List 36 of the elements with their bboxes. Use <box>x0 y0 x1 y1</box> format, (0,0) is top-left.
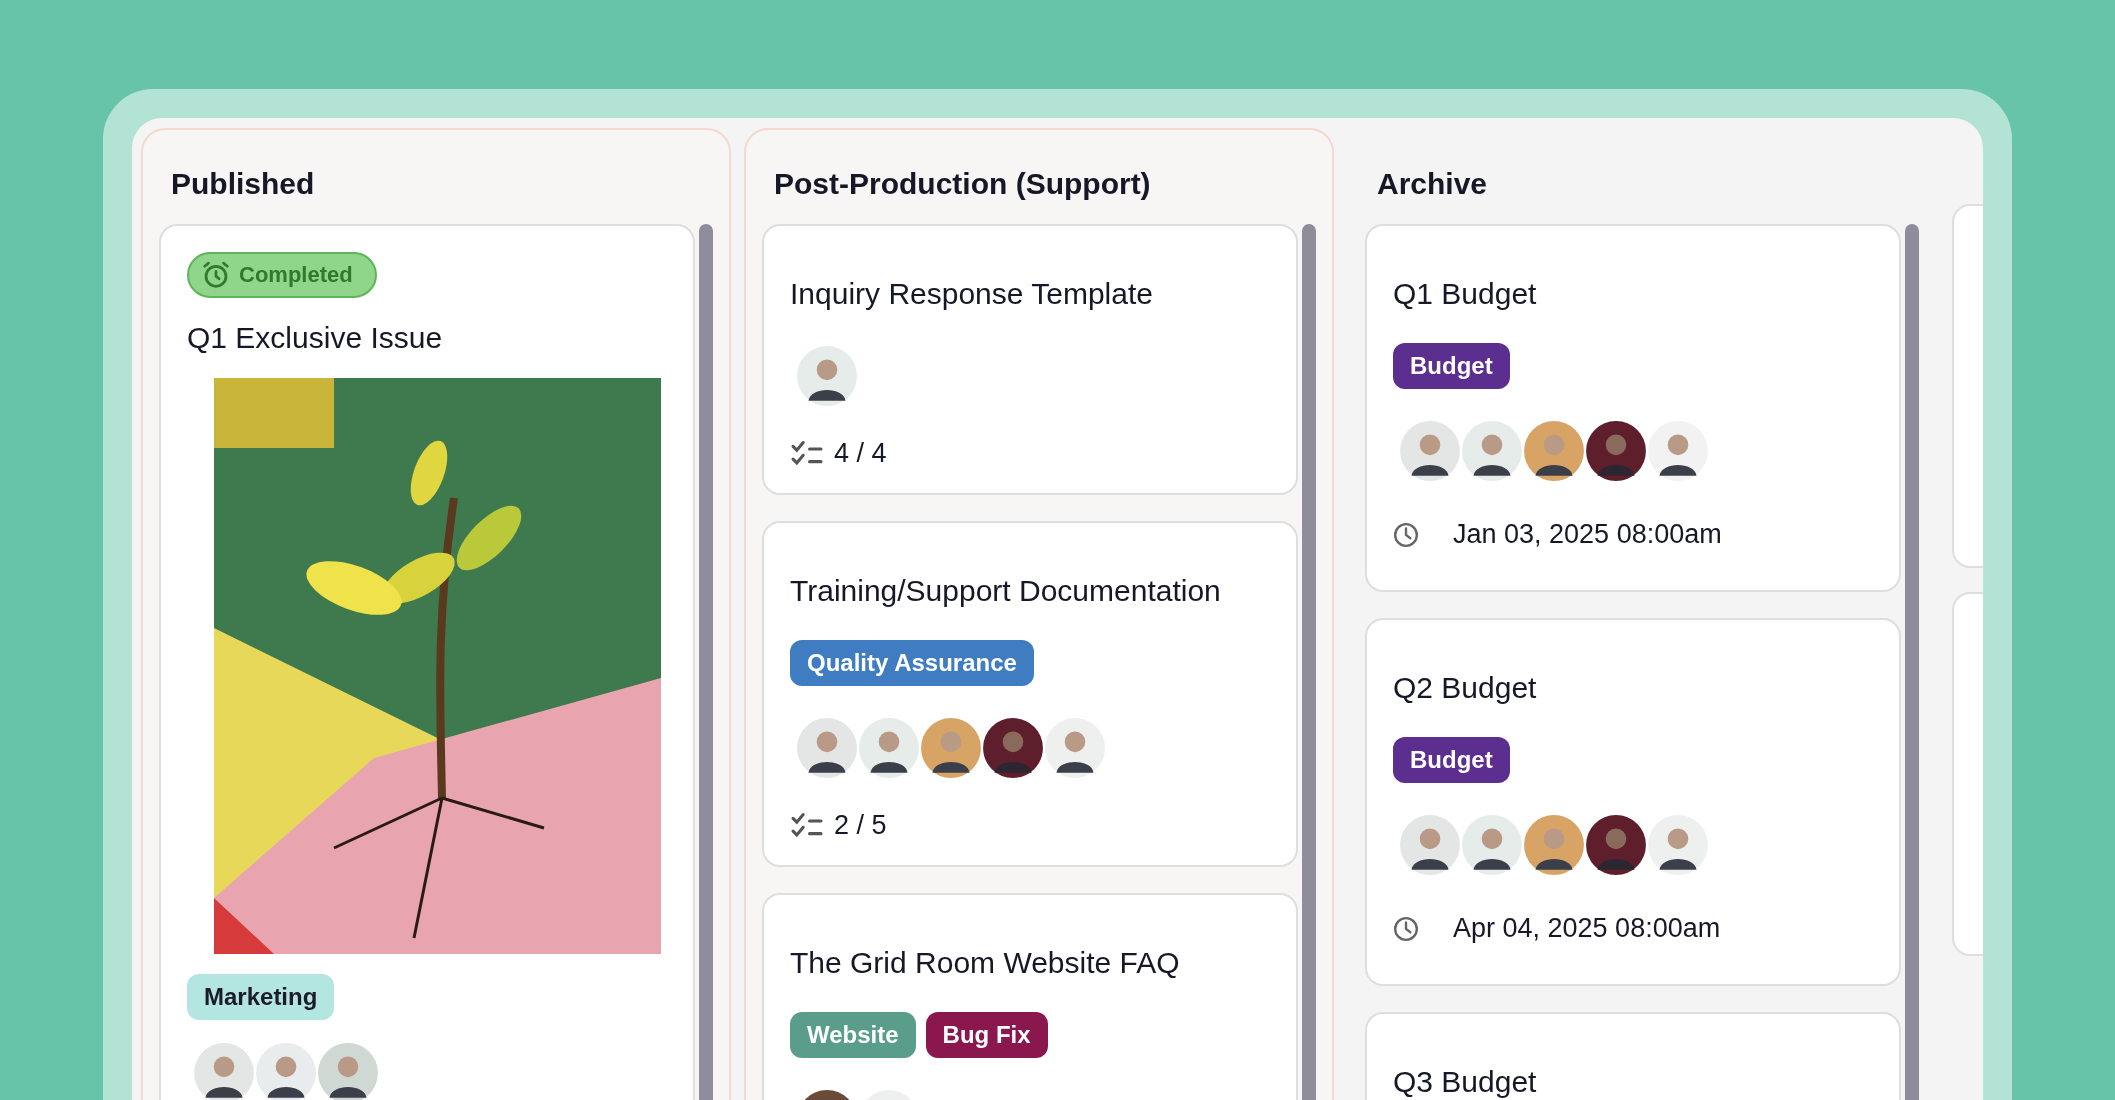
scrollbar[interactable] <box>1905 224 1919 1100</box>
clock-icon <box>1393 521 1419 548</box>
task-card[interactable]: Q1 Budget Budget Jan 03, 2025 08:00am <box>1365 224 1901 592</box>
card-title: Q2 Budget <box>1393 670 1538 706</box>
column-title: Post-Production (Support) <box>773 166 1152 202</box>
task-card[interactable]: Training/Support Documentation Quality Assurance 2 / 5 <box>762 521 1298 867</box>
column-title: Archive <box>1376 166 1489 202</box>
column-title: Published <box>170 166 316 202</box>
task-card[interactable]: Q3 Budget <box>1365 1012 1901 1100</box>
card-title: Inquiry Response Template <box>790 276 1154 312</box>
tag-label: Budget <box>1393 737 1510 783</box>
card-title: Training/Support Documentation <box>790 573 1222 609</box>
due-date: Jan 03, 2025 08:00am <box>1453 519 1722 550</box>
tag-label: Marketing <box>187 974 335 1020</box>
card-title: Q1 Exclusive Issue <box>187 320 444 356</box>
task-card[interactable]: Completed Q1 Exclusive Issue Marketing <box>159 224 695 1100</box>
tag-label: Quality Assurance <box>790 640 1034 686</box>
checklist-icon <box>790 439 824 468</box>
scrollbar[interactable] <box>699 224 713 1100</box>
status-badge: Completed <box>187 252 377 298</box>
checklist-count: 4 / 4 <box>834 438 887 469</box>
tag-label: Bug Fix <box>925 1012 1048 1058</box>
task-card[interactable]: Q2 Budget Budget Apr 04, 2025 08:00am <box>1365 618 1901 986</box>
checklist-count: 2 / 5 <box>834 810 887 841</box>
card-title: The Grid Room Website FAQ <box>790 945 1181 981</box>
clock-icon <box>1393 915 1419 942</box>
due-date: Apr 04, 2025 08:00am <box>1453 913 1721 944</box>
alarm-clock-icon <box>201 260 231 290</box>
tag-label: Budget <box>1393 343 1510 389</box>
task-card[interactable]: The Grid Room Website FAQ Website Bug Fix <box>762 893 1298 1100</box>
tag-label: Website <box>790 1012 916 1058</box>
checklist-icon <box>790 811 824 840</box>
card-title: Q1 Budget <box>1393 276 1538 312</box>
card-title: Q3 Budget <box>1393 1064 1538 1100</box>
task-card[interactable]: Inquiry Response Template 4 / 4 <box>762 224 1298 495</box>
scrollbar[interactable] <box>1302 224 1316 1100</box>
